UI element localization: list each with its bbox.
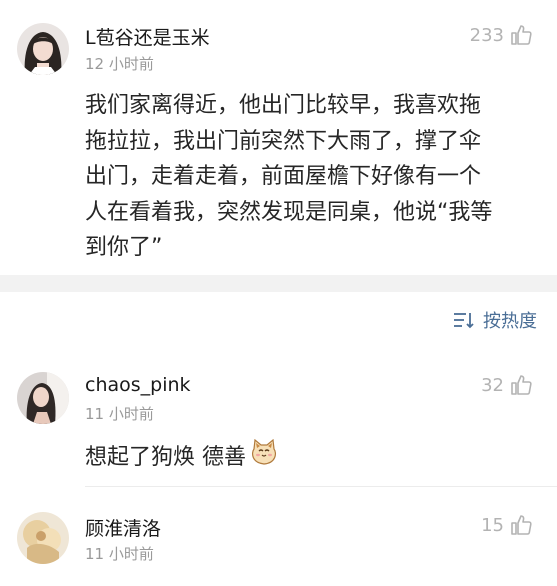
comment-timestamp: 11 小时前 bbox=[85, 545, 154, 563]
main-post: L苞谷还是玉米 12 小时前 233 我们家离得近，他出门比较早，我喜欢拖 拖拉… bbox=[0, 0, 557, 275]
comment-text-content: 想起了狗焕 德善 bbox=[85, 445, 246, 470]
thumbs-up-icon bbox=[511, 515, 532, 535]
post-username[interactable]: L苞谷还是玉米 bbox=[85, 23, 210, 50]
comment-avatar[interactable] bbox=[17, 372, 69, 424]
comment-username[interactable]: chaos_pink bbox=[85, 374, 191, 396]
comment-like-count: 15 bbox=[481, 514, 504, 536]
comment-like-count: 32 bbox=[481, 374, 504, 396]
comment-separator bbox=[85, 486, 557, 487]
post-avatar[interactable] bbox=[17, 23, 69, 75]
post-timestamp: 12 小时前 bbox=[85, 55, 154, 73]
sort-icon bbox=[454, 313, 474, 329]
post-content: 我们家离得近，他出门比较早，我喜欢拖 拖拉拉，我出门前突然下大雨了，撑了伞 出门… bbox=[85, 88, 535, 266]
cat-face-emoji bbox=[250, 438, 278, 471]
post-content-line: 出门，走着走着，前面屋檐下好像有一个 bbox=[85, 164, 482, 189]
sort-label: 按热度 bbox=[483, 311, 537, 332]
thumbs-up-icon bbox=[511, 25, 532, 45]
comment-text: 想起了狗焕 德善 bbox=[85, 438, 278, 471]
comment-like-button[interactable]: 15 bbox=[481, 514, 532, 536]
post-content-line: 我们家离得近，他出门比较早，我喜欢拖 bbox=[85, 93, 482, 118]
section-divider bbox=[0, 275, 557, 292]
sort-by-popularity-button[interactable]: 按热度 bbox=[453, 307, 537, 333]
comment-timestamp: 11 小时前 bbox=[85, 405, 154, 423]
post-like-count: 233 bbox=[469, 24, 504, 46]
comment-username[interactable]: 顾淮清洛 bbox=[85, 514, 161, 541]
thumbs-up-icon bbox=[511, 375, 532, 395]
post-content-line: 拖拉拉，我出门前突然下大雨了，撑了伞 bbox=[85, 128, 482, 154]
post-content-line: 人在看着我，突然发现是同桌，他说“我等 bbox=[85, 199, 493, 225]
comment-avatar[interactable] bbox=[17, 512, 69, 564]
post-like-button[interactable]: 233 bbox=[470, 24, 532, 46]
comment-like-button[interactable]: 32 bbox=[481, 374, 532, 396]
post-content-line: 到你了” bbox=[85, 235, 163, 260]
